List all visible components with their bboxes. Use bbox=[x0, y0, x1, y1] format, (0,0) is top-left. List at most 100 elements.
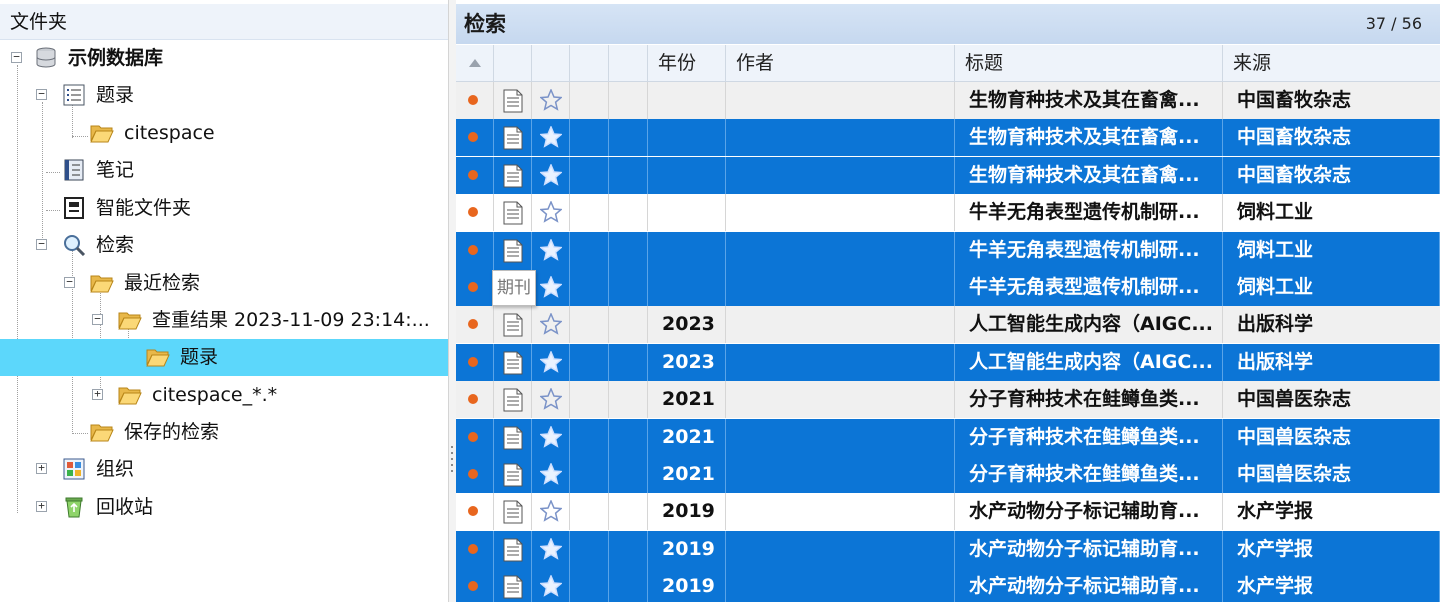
note-column-header[interactable] bbox=[609, 45, 648, 81]
author-cell bbox=[726, 82, 955, 119]
table-row[interactable]: 2023 人工智能生成内容（AIGC... 出版科学 bbox=[456, 344, 1440, 381]
collapse-toggle[interactable]: − bbox=[36, 88, 47, 100]
title-cell: 人工智能生成内容（AIGC... bbox=[955, 306, 1223, 343]
title-column-header[interactable]: 标题 bbox=[955, 45, 1223, 81]
tree-label-dup-bibliography: 题录 bbox=[180, 346, 219, 368]
column-header-row: 年份 作者 标题 来源 bbox=[456, 45, 1440, 82]
table-row[interactable]: 2021 分子育种技术在鲑鳟鱼类... 中国兽医杂志 bbox=[456, 419, 1440, 456]
year-cell: 2021 bbox=[648, 456, 726, 493]
collapse-toggle[interactable]: − bbox=[92, 313, 103, 325]
star-icon[interactable] bbox=[540, 126, 562, 148]
expand-toggle[interactable]: + bbox=[36, 462, 47, 474]
table-row[interactable]: 2021 分子育种技术在鲑鳟鱼类... 中国兽医杂志 bbox=[456, 381, 1440, 418]
flag-column-header[interactable] bbox=[532, 45, 570, 81]
star-icon[interactable] bbox=[540, 500, 562, 522]
year-cell bbox=[648, 232, 726, 269]
tree-node-recycle-bin[interactable]: + 回收站 bbox=[0, 489, 448, 526]
table-row[interactable]: 生物育种技术及其在畜禽... 中国畜牧杂志 bbox=[456, 119, 1440, 156]
year-cell: 2023 bbox=[648, 306, 726, 343]
tree-node-notes[interactable]: 笔记 bbox=[0, 152, 448, 189]
results-header: 检索 37 / 56 bbox=[456, 4, 1440, 44]
star-icon[interactable] bbox=[540, 351, 562, 373]
tree-node-dup-result[interactable]: − 查重结果 2023-11-09 23:14:... bbox=[0, 302, 448, 339]
year-cell: 2023 bbox=[648, 344, 726, 381]
type-tooltip: 期刊 bbox=[492, 270, 536, 306]
star-icon[interactable] bbox=[540, 538, 562, 560]
attach-column-header[interactable] bbox=[570, 45, 609, 81]
star-icon[interactable] bbox=[540, 89, 562, 111]
title-cell: 水产动物分子标记辅助育... bbox=[955, 568, 1223, 602]
journal-article-icon[interactable] bbox=[502, 89, 524, 113]
collapse-toggle[interactable]: − bbox=[64, 276, 75, 288]
star-icon[interactable] bbox=[540, 239, 562, 261]
journal-article-icon[interactable] bbox=[502, 388, 524, 412]
folder-open-icon bbox=[118, 387, 142, 405]
author-cell bbox=[726, 381, 955, 418]
source-cell: 出版科学 bbox=[1223, 344, 1440, 381]
journal-article-icon[interactable] bbox=[502, 426, 524, 450]
year-column-header[interactable]: 年份 bbox=[648, 45, 726, 81]
unread-dot-icon bbox=[468, 95, 478, 105]
table-row[interactable]: 2019 水产动物分子标记辅助育... 水产学报 bbox=[456, 531, 1440, 568]
source-cell: 出版科学 bbox=[1237, 313, 1314, 335]
search-results-panel: 检索 37 / 56 年份 作者 标题 来源 生物育种技术及其在畜禽... 中国畜… bbox=[456, 0, 1440, 602]
journal-article-icon[interactable] bbox=[502, 463, 524, 487]
journal-article-icon[interactable] bbox=[502, 313, 524, 337]
tree-label-organization: 组织 bbox=[96, 458, 135, 480]
star-icon[interactable] bbox=[540, 164, 562, 186]
table-row[interactable]: 2019 水产动物分子标记辅助育... 水产学报 bbox=[456, 493, 1440, 530]
journal-article-icon[interactable] bbox=[502, 575, 524, 599]
source-column-header[interactable]: 来源 bbox=[1223, 45, 1440, 81]
source-cell: 中国兽医杂志 bbox=[1237, 388, 1352, 410]
tree-node-search[interactable]: − 检索 bbox=[0, 227, 448, 264]
tree-node-citespace[interactable]: citespace bbox=[0, 115, 448, 152]
tree-node-dup-bibliography[interactable]: 题录 bbox=[0, 339, 448, 376]
journal-article-icon[interactable] bbox=[502, 201, 524, 225]
star-icon[interactable] bbox=[540, 426, 562, 448]
tree-node-bibliography[interactable]: − 题录 bbox=[0, 77, 448, 114]
star-icon[interactable] bbox=[540, 463, 562, 485]
table-row[interactable]: 生物育种技术及其在畜禽... 中国畜牧杂志 bbox=[456, 157, 1440, 194]
journal-article-icon[interactable] bbox=[502, 164, 524, 188]
table-row[interactable]: 牛羊无角表型遗传机制研... 饲料工业 bbox=[456, 269, 1440, 306]
title-cell: 水产动物分子标记辅助育... bbox=[955, 531, 1223, 568]
table-row[interactable]: 牛羊无角表型遗传机制研... 饲料工业 bbox=[456, 232, 1440, 269]
journal-article-icon[interactable] bbox=[502, 239, 524, 263]
star-icon[interactable] bbox=[540, 388, 562, 410]
tree-node-organization[interactable]: + 组织 bbox=[0, 451, 448, 488]
table-row[interactable]: 2023 人工智能生成内容（AIGC... 出版科学 bbox=[456, 306, 1440, 343]
tree-node-saved-search[interactable]: 保存的检索 bbox=[0, 414, 448, 451]
type-column-header[interactable] bbox=[494, 45, 532, 81]
tree-label-db: 示例数据库 bbox=[68, 47, 164, 69]
table-row[interactable]: 牛羊无角表型遗传机制研... 饲料工业 bbox=[456, 194, 1440, 231]
author-column-header[interactable]: 作者 bbox=[726, 45, 955, 81]
tree-label-smart-folder: 智能文件夹 bbox=[96, 197, 192, 219]
source-cell: 中国兽医杂志 bbox=[1223, 419, 1440, 456]
star-icon[interactable] bbox=[540, 313, 562, 335]
journal-article-icon[interactable] bbox=[502, 538, 524, 562]
source-cell: 中国兽医杂志 bbox=[1223, 456, 1440, 493]
tree-node-db[interactable]: − 示例数据库 bbox=[0, 40, 448, 77]
tree-node-citespace-wild[interactable]: + citespace_*.* bbox=[0, 377, 448, 414]
star-icon[interactable] bbox=[540, 575, 562, 597]
sort-column-header[interactable] bbox=[456, 45, 494, 81]
star-icon[interactable] bbox=[540, 201, 562, 223]
unread-dot-icon bbox=[468, 506, 478, 516]
year-cell: 2019 bbox=[648, 493, 726, 530]
expand-toggle[interactable]: + bbox=[92, 388, 103, 400]
table-row[interactable]: 2019 水产动物分子标记辅助育... 水产学报 bbox=[456, 568, 1440, 602]
journal-article-icon[interactable] bbox=[502, 351, 524, 375]
panel-splitter[interactable] bbox=[448, 0, 456, 602]
table-row[interactable]: 生物育种技术及其在畜禽... 中国畜牧杂志 bbox=[456, 82, 1440, 119]
tree-node-recent-search[interactable]: − 最近检索 bbox=[0, 265, 448, 302]
collapse-toggle[interactable]: − bbox=[36, 238, 47, 250]
journal-article-icon[interactable] bbox=[502, 126, 524, 150]
collapse-toggle[interactable]: − bbox=[11, 51, 22, 63]
journal-article-icon[interactable] bbox=[502, 500, 524, 524]
star-icon[interactable] bbox=[540, 276, 562, 298]
expand-toggle[interactable]: + bbox=[36, 500, 47, 512]
table-row[interactable]: 2021 分子育种技术在鲑鳟鱼类... 中国兽医杂志 bbox=[456, 456, 1440, 493]
tree-node-smart-folder[interactable]: 智能文件夹 bbox=[0, 190, 448, 227]
tree-label-saved-search: 保存的检索 bbox=[124, 421, 220, 443]
author-cell bbox=[726, 531, 955, 568]
